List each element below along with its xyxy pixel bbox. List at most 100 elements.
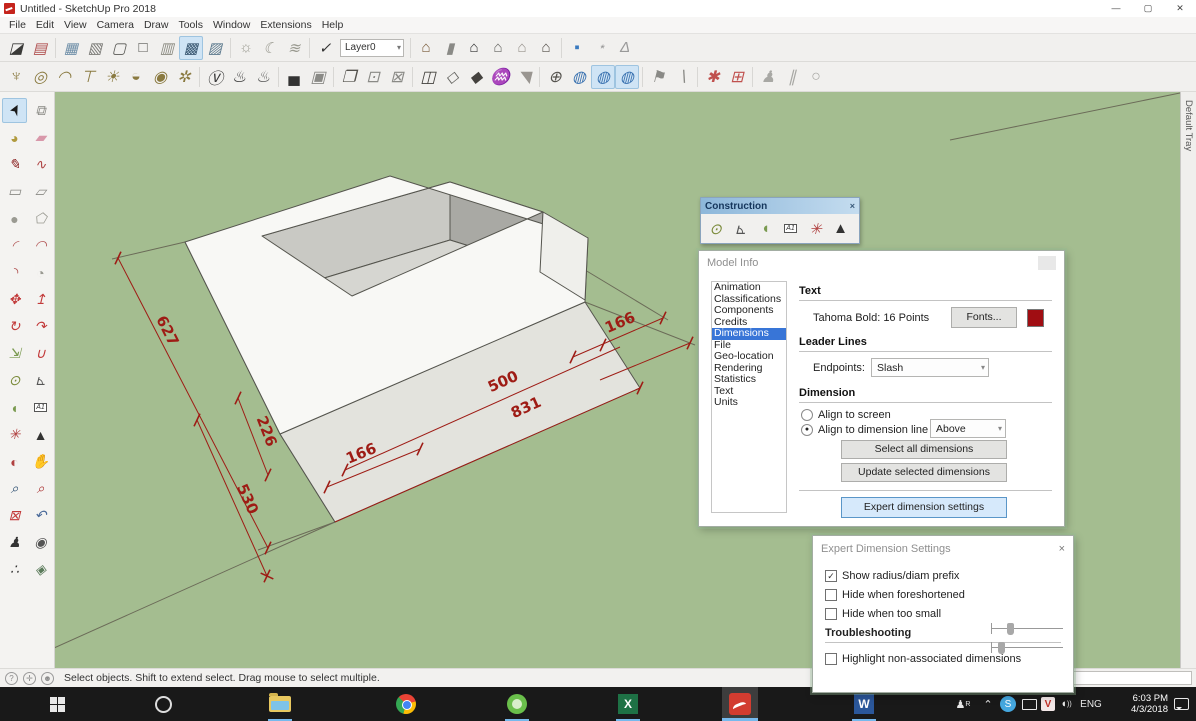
globe-earth-1[interactable]: ◍ (591, 65, 615, 89)
sandbox-flip-edge[interactable]: ◉ (148, 65, 172, 89)
credits-status-icon[interactable]: ✛ (23, 672, 36, 685)
menu-item[interactable]: View (59, 19, 92, 31)
make-component-tool[interactable]: ⧉ (28, 98, 53, 123)
sandbox-toggle[interactable]: ✲ (172, 65, 196, 89)
fog-toggle[interactable]: ≋ (282, 36, 306, 60)
align-to-screen-option[interactable]: Align to screen (801, 409, 1052, 421)
fonts-button[interactable]: Fonts... (951, 307, 1017, 328)
pan-tool[interactable]: ✋ (28, 449, 53, 474)
arc-tool[interactable]: ◜ (2, 233, 27, 258)
expert-dialog-close-icon[interactable]: × (1059, 543, 1065, 555)
sandbox-stamp[interactable]: ⊤ (76, 65, 100, 89)
eraser-tool[interactable]: ▰ (28, 125, 53, 150)
expert-dimension-settings-button[interactable]: Expert dimension settings (841, 497, 1007, 518)
component-building[interactable]: ▮ (438, 36, 462, 60)
construction-protractor[interactable]: ◖ (753, 216, 778, 241)
style-monochrome[interactable]: ▨ (203, 36, 227, 60)
extension-2[interactable]: ﹡ (589, 36, 613, 60)
too-small-slider[interactable] (991, 641, 1063, 655)
layer-combo[interactable]: Layer0 (340, 39, 404, 57)
style-shaded[interactable]: ▥ (155, 36, 179, 60)
clock[interactable]: 6:03 PM 4/3/2018 (1131, 687, 1168, 721)
style-xray[interactable]: ▦ (59, 36, 83, 60)
orbit-tool[interactable]: ◐ (2, 449, 27, 474)
box-solid[interactable]: ◆ (464, 65, 488, 89)
text-color-swatch[interactable] (1027, 309, 1044, 327)
zoom-tool[interactable]: ⌕ (2, 476, 27, 501)
sketchup-taskbar-icon[interactable] (722, 687, 758, 721)
sandbox-add-detail[interactable]: ◒ (124, 65, 148, 89)
globe-earth-2[interactable]: ◍ (615, 65, 639, 89)
menu-item[interactable]: Edit (31, 19, 59, 31)
model-info-list-item[interactable]: Dimensions (712, 328, 786, 340)
construction-3d-text[interactable]: ▲ (828, 216, 853, 241)
3d-text-tool[interactable]: ▲ (28, 422, 53, 447)
section-plane-tool[interactable]: ◈ (28, 557, 53, 582)
position-camera-tool[interactable]: ♟ (2, 530, 27, 555)
style-back-edges[interactable]: ▧ (83, 36, 107, 60)
camtasia-icon[interactable] (500, 687, 534, 721)
model-info-list-item[interactable]: Animation (712, 282, 786, 294)
shadow-dialog[interactable]: ☼ (234, 36, 258, 60)
vray-asset-editor[interactable]: Ⓥ (203, 65, 227, 89)
zoom-window-tool[interactable]: ⌕ (28, 476, 53, 501)
cortana-search-button[interactable] (146, 687, 180, 721)
align-dropdown[interactable]: Above (930, 419, 1006, 438)
rectangle-tool[interactable]: ▭ (2, 179, 27, 204)
construction-axes[interactable]: ✳ (803, 216, 828, 241)
house-roof[interactable]: ⌂ (486, 36, 510, 60)
rotate-tool[interactable]: ↻ (2, 314, 27, 339)
zoom-extents-tool[interactable]: ⊠ (2, 503, 27, 528)
endpoints-dropdown[interactable]: Slash (871, 358, 989, 377)
tape-measure-tool[interactable]: ⊙ (2, 368, 27, 393)
show-radius-prefix-option[interactable]: ✓ Show radius/diam prefix (825, 570, 1061, 582)
menu-item[interactable]: Camera (92, 19, 139, 31)
house-dark[interactable]: ⌂ (462, 36, 486, 60)
model-info-list-item[interactable]: Statistics (712, 374, 786, 386)
style-wireframe[interactable]: ▢ (107, 36, 131, 60)
extension-3[interactable]: Δ (613, 36, 637, 60)
lock-frame[interactable]: ⊠ (385, 65, 409, 89)
window-frame-1[interactable]: ❐ (337, 65, 361, 89)
blue-extension[interactable]: ▪ (565, 36, 589, 60)
select-all-dimensions-button[interactable]: Select all dimensions (841, 440, 1007, 459)
menu-item[interactable]: Draw (139, 19, 174, 31)
paint-bucket-tool[interactable]: ◕ (2, 125, 27, 150)
window-frame-2[interactable]: ⊡ (361, 65, 385, 89)
warehouse[interactable]: ⌂ (534, 36, 558, 60)
style-hidden-line[interactable]: □ (131, 36, 155, 60)
image-frame[interactable]: ▣ (306, 65, 330, 89)
hide-when-too-small-option[interactable]: Hide when too small (825, 608, 1061, 620)
rotated-rectangle-tool[interactable]: ▱ (28, 179, 53, 204)
construction-tape-measure[interactable]: ⊙ (703, 216, 728, 241)
menu-item[interactable]: File (4, 19, 31, 31)
axes-tool[interactable]: ✳ (2, 422, 27, 447)
model-info-close-button[interactable] (1038, 256, 1056, 270)
flag-tool[interactable]: ⚑ (646, 65, 670, 89)
vray-interactive-teapot[interactable]: ♨ (251, 65, 275, 89)
vray-render-teapot[interactable]: ♨ (227, 65, 251, 89)
construction-close-icon[interactable]: × (850, 201, 855, 211)
shadow-toggle[interactable]: ☾ (258, 36, 282, 60)
small-tool-3[interactable]: ○ (804, 65, 828, 89)
move-target[interactable]: ⊕ (543, 65, 567, 89)
dimension-tool[interactable]: ⊾ (28, 368, 53, 393)
construction-text[interactable]: A1 (778, 216, 803, 241)
walk-tool[interactable]: ∴ (2, 557, 27, 582)
menu-item[interactable]: Window (208, 19, 255, 31)
color-swatches[interactable]: ▤ (28, 36, 52, 60)
hide-when-foreshortened-option[interactable]: Hide when foreshortened (825, 589, 1061, 601)
minimize-button[interactable]: — (1100, 0, 1132, 16)
previous-view-tool[interactable]: ↶ (28, 503, 53, 528)
align-to-dimension-line-option[interactable]: ● Align to dimension line (801, 424, 1052, 436)
close-button[interactable]: ✕ (1164, 0, 1196, 16)
look-around-tool[interactable]: ◉ (28, 530, 53, 555)
circle-tool[interactable]: ● (2, 206, 27, 231)
update-selected-dimensions-button[interactable]: Update selected dimensions (841, 463, 1007, 482)
geolocation-status-icon[interactable]: ? (5, 672, 18, 685)
start-button[interactable] (40, 687, 74, 721)
line-tool[interactable]: ✎ (2, 152, 27, 177)
shadow-strip[interactable]: ▄ (282, 65, 306, 89)
pen-small[interactable]: ∖ (670, 65, 694, 89)
construction-dimension[interactable]: ⊾ (728, 216, 753, 241)
